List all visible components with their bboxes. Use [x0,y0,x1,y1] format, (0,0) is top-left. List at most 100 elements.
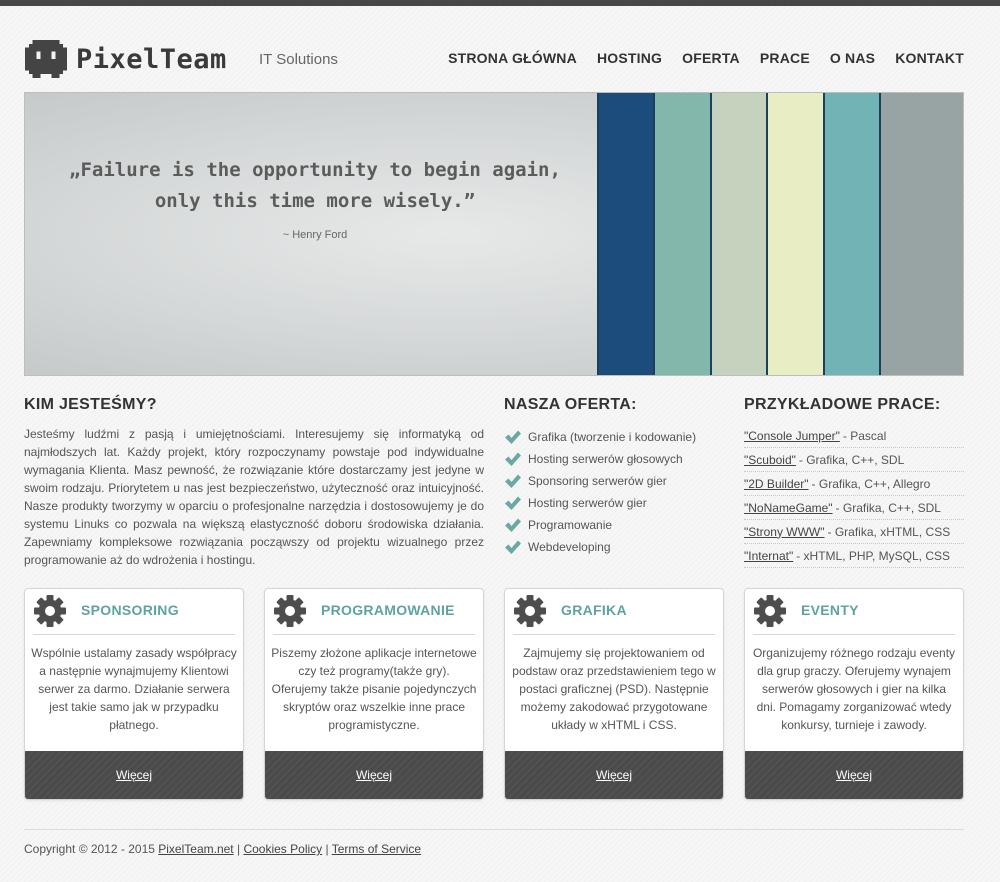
box-title: EVENTY [801,602,859,618]
check-icon [505,430,521,444]
main-nav: STRONA GŁÓWNA HOSTING OFERTA PRACE O NAS… [448,50,964,66]
terms-link[interactable]: Terms of Service [332,842,421,856]
nav-offer[interactable]: OFERTA [682,50,740,66]
nav-home[interactable]: STRONA GŁÓWNA [448,50,577,66]
box-header: SPONSORING [33,589,235,635]
work-link[interactable]: "NoNameGame" [744,501,833,515]
list-item: Hosting serwerów gier [504,492,696,514]
list-item: Webdeveloping [504,536,696,558]
footer-separator: | [236,842,241,856]
logo[interactable]: PixelTeam [24,40,227,78]
service-box-programming: PROGRAMOWANIE Piszemy złożone aplikacje … [264,588,484,800]
nav-contact[interactable]: KONTAKT [895,50,964,66]
nav-hosting[interactable]: HOSTING [597,50,662,66]
check-icon [505,452,521,466]
more-link[interactable]: Więcej [356,768,392,782]
top-bar [0,0,1000,6]
hero-banner: „Failure is the opportunity to begin aga… [24,92,964,376]
nav-about[interactable]: O NAS [830,50,875,66]
box-header: GRAFIKA [513,589,715,635]
box-footer: Więcej [265,751,483,799]
box-text: Wspólnie ustalamy zasady współpracy a na… [31,646,237,732]
offer-list: Grafika (tworzenie i kodowanie) Hosting … [504,426,696,558]
box-header: PROGRAMOWANIE [273,589,475,635]
more-link[interactable]: Więcej [116,768,152,782]
gear-icon [754,595,786,627]
stripe-1 [597,93,653,375]
more-link[interactable]: Więcej [836,768,872,782]
list-item: "2D Builder" - Grafika, C++, Allegro [744,472,964,496]
service-box-graphics: GRAFIKA Zajmujemy się projektowaniem od … [504,588,724,800]
box-header: EVENTY [753,589,955,635]
box-title: SPONSORING [81,602,179,618]
footer-separator: | [325,842,329,856]
list-item: "NoNameGame" - Grafika, C++, SDL [744,496,964,520]
offer-item-label: Grafika (tworzenie i kodowanie) [528,430,697,444]
list-item: Hosting serwerów głosowych [504,448,696,470]
about-text: Jesteśmy ludźmi z pasją i umiejętnościam… [24,427,484,567]
work-link[interactable]: "2D Builder" [744,477,809,491]
stripe-2 [653,93,710,375]
work-tech: - Grafika, C++, Allegro [811,476,931,491]
check-icon [505,474,521,488]
check-icon [505,540,521,554]
cookies-policy-link[interactable]: Cookies Policy [243,842,322,856]
offer-item-label: Hosting serwerów głosowych [528,452,683,466]
check-icon [505,518,521,532]
check-icon [505,496,521,510]
box-footer: Więcej [745,751,963,799]
list-item: Grafika (tworzenie i kodowanie) [504,426,696,448]
stripe-6 [879,93,963,375]
more-link[interactable]: Więcej [596,768,632,782]
work-link[interactable]: "Console Jumper" [744,429,840,443]
footer: Copyright © 2012 - 2015 PixelTeam.net | … [24,842,421,856]
box-text: Zajmujemy się projektowaniem od podstaw … [512,646,716,732]
site-link[interactable]: PixelTeam.net [158,842,233,856]
offer-item-label: Webdeveloping [528,540,611,554]
copyright-text: Copyright © 2012 - 2015 [24,842,155,856]
gear-icon [514,595,546,627]
box-text: Organizujemy różnego rodzaju eventy dla … [752,646,956,732]
gear-icon [274,595,306,627]
work-tech: - Grafika, xHTML, CSS [827,524,951,539]
work-tech: - Pascal [842,428,887,443]
work-tech: - Grafika, C++, SDL [798,452,905,467]
work-tech: - Grafika, C++, SDL [835,500,941,515]
brand-name: PixelTeam [76,43,227,75]
work-link[interactable]: "Internat" [744,549,793,563]
hero-quote: „Failure is the opportunity to begin aga… [69,159,561,212]
list-item: "Strony WWW" - Grafika, xHTML, CSS [744,520,964,544]
list-item: "Scuboid" - Grafika, C++, SDL [744,448,964,472]
offer-item-label: Hosting serwerów gier [528,496,647,510]
nav-works[interactable]: PRACE [760,50,810,66]
list-item: Sponsoring serwerów gier [504,470,696,492]
gear-icon [34,595,66,627]
offer-heading: NASZA OFERTA: [504,396,637,413]
list-item: "Console Jumper" - Pascal [744,424,964,448]
box-footer: Więcej [25,751,243,799]
box-text: Piszemy złożone aplikacje internetowe cz… [271,646,477,732]
works-heading: PRZYKŁADOWE PRACE: [744,396,941,413]
tagline: IT Solutions [259,51,338,68]
box-title: PROGRAMOWANIE [321,602,455,618]
service-box-sponsoring: SPONSORING Wspólnie ustalamy zasady wspó… [24,588,244,800]
color-stripes [597,93,963,375]
about-heading: KIM JESTEŚMY? [24,396,157,413]
service-box-events: EVENTY Organizujemy różnego rodzaju even… [744,588,964,800]
list-item: Programowanie [504,514,696,536]
offer-item-label: Sponsoring serwerów gier [528,474,667,488]
work-tech: - xHTML, PHP, MySQL, CSS [796,548,951,563]
stripe-4 [766,93,823,375]
offer-item-label: Programowanie [528,518,613,532]
list-item: "Internat" - xHTML, PHP, MySQL, CSS [744,544,964,568]
stripe-3 [710,93,766,375]
pixel-logo-icon [25,40,67,78]
box-footer: Więcej [505,751,723,799]
works-list: "Console Jumper" - Pascal "Scuboid" - Graf… [744,424,964,568]
work-link[interactable]: "Strony WWW" [744,525,825,539]
stripe-5 [823,93,879,375]
footer-divider [24,829,964,830]
quote-author: ~ Henry Ford [282,229,348,241]
work-link[interactable]: "Scuboid" [744,453,796,467]
box-title: GRAFIKA [561,602,627,618]
